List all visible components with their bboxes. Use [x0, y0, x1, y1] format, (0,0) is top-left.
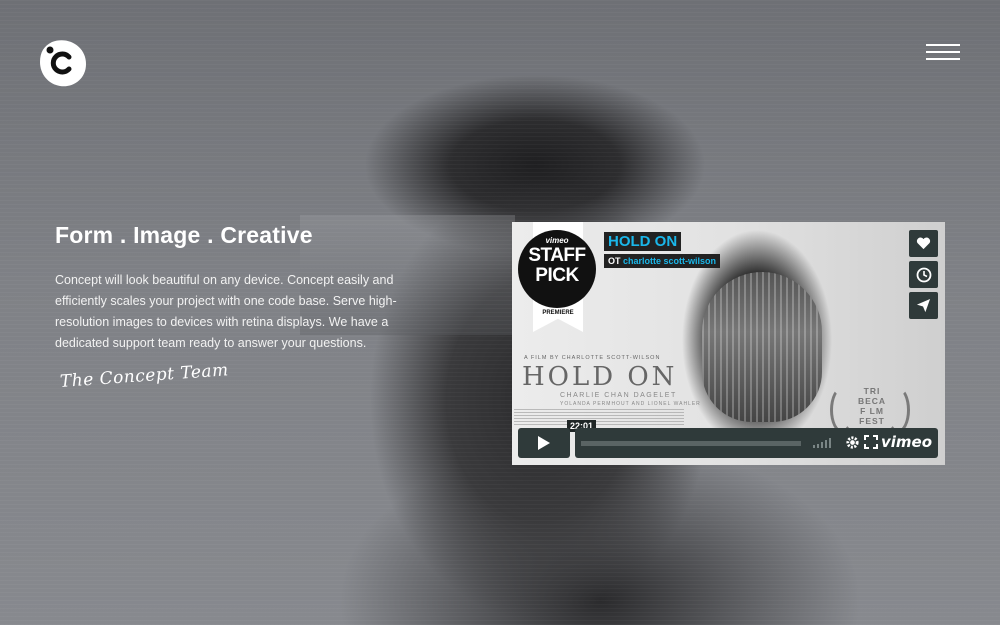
volume-bar — [813, 445, 815, 448]
poster-film-by: A FILM BY CHARLOTTE SCOTT-WILSON — [524, 355, 661, 361]
poster-title: HOLD ON — [522, 362, 678, 392]
video-player[interactable]: vimeo STAFF PICK PREMIERE HOLD ON OT cha… — [512, 222, 945, 465]
like-button[interactable] — [909, 230, 938, 257]
share-button[interactable] — [909, 292, 938, 319]
menu-line — [926, 58, 960, 60]
volume-bar — [825, 440, 827, 448]
menu-line — [926, 51, 960, 53]
player-controls: vimeo — [518, 428, 938, 458]
poster-cast-line-2: YOLANDA PERMHOUT AND LIONEL WAHLER — [560, 401, 701, 407]
gear-icon[interactable] — [845, 435, 860, 450]
volume-control[interactable] — [813, 438, 835, 448]
volume-bar — [829, 438, 831, 448]
watch-later-button[interactable] — [909, 261, 938, 288]
menu-line — [926, 44, 960, 46]
paper-plane-icon — [916, 298, 931, 313]
festival-line-2: F LM — [860, 406, 884, 416]
video-side-actions — [909, 230, 938, 323]
byline-prefix: OT — [608, 256, 621, 266]
poster-face-image — [702, 272, 822, 422]
festival-line-1: TRI BECA — [857, 386, 887, 406]
badge-pick-label: PICK — [535, 265, 579, 286]
hero-description: Concept will look beautiful on any devic… — [55, 273, 397, 350]
control-bar: vimeo — [575, 428, 938, 458]
badge-premiere-label: PREMIERE — [542, 310, 574, 316]
play-button[interactable] — [518, 428, 570, 458]
vimeo-logo[interactable]: vimeo — [881, 433, 932, 451]
hamburger-menu-icon[interactable] — [926, 44, 960, 62]
poster-cast-line-1: CHARLIE CHAN DAGELET — [560, 392, 677, 399]
play-icon — [538, 436, 550, 450]
poster-credits-block — [514, 409, 684, 427]
progress-bar[interactable] — [581, 441, 801, 446]
volume-bar — [817, 444, 819, 448]
concept-logo-icon[interactable] — [38, 38, 88, 88]
laurel-left-icon — [830, 387, 854, 433]
clock-icon — [916, 267, 931, 282]
fullscreen-icon[interactable] — [864, 435, 878, 449]
byline-author-link[interactable]: charlotte scott-wilson — [623, 256, 716, 266]
volume-bar — [821, 442, 823, 448]
tribeca-laurel: TRI BECA F LM FEST VAL — [830, 382, 910, 436]
video-byline: OT charlotte scott-wilson — [604, 254, 721, 268]
staff-pick-badge: vimeo STAFF PICK — [518, 230, 596, 308]
badge-staff-label: STAFF — [528, 245, 586, 266]
badge-vimeo-label: vimeo — [545, 236, 569, 245]
heart-icon — [916, 237, 931, 250]
video-title-link[interactable]: HOLD ON — [604, 232, 682, 251]
hero-title: Form . Image . Creative — [55, 222, 313, 248]
